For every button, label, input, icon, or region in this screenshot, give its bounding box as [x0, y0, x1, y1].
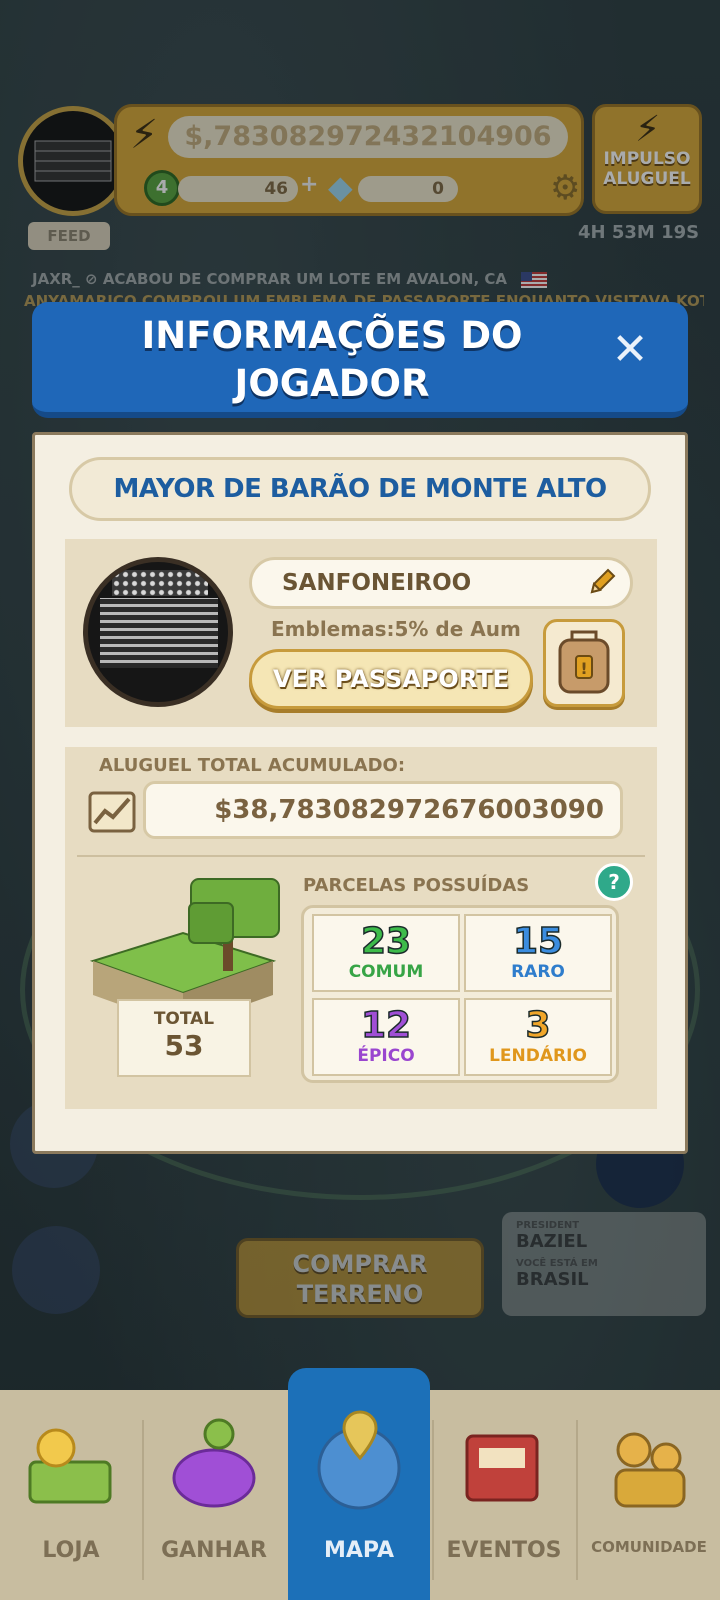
nav-label: LOJA — [42, 1538, 100, 1563]
parcel-cell-common: 23 COMUM — [312, 914, 460, 992]
flag-icon — [521, 271, 548, 288]
divider — [77, 855, 645, 857]
nav-item-comunidade[interactable]: COMUNIDADE — [578, 1390, 720, 1600]
community-icon — [614, 1432, 686, 1508]
gems-display: 0 — [358, 176, 458, 202]
president-info: PRESIDENT BAZIEL VOCÊ ESTÁ EM BRASIL — [502, 1212, 706, 1316]
location-small-label: VOCÊ ESTÁ EM — [516, 1258, 598, 1269]
rent-boost-button[interactable]: ⚡ IMPULSO ALUGUEL — [592, 104, 702, 214]
parcel-rarity: LENDÁRIO — [489, 1046, 587, 1066]
accordion-icon — [34, 140, 112, 182]
svg-text:!: ! — [580, 659, 587, 678]
total-value: 53 — [164, 1029, 204, 1062]
emblems-bonus: Emblemas:5% de Aum — [271, 617, 521, 641]
nav-item-ganhar[interactable]: GANHAR — [144, 1390, 284, 1600]
accordion-bellows-decoration — [100, 598, 218, 668]
side-checklist-button[interactable] — [12, 1226, 100, 1314]
player-name-field[interactable]: SANFONEIROO — [249, 557, 633, 609]
bolt-icon: ⚡ — [635, 109, 661, 150]
player-title: MAYOR DE BARÃO DE MONTE ALTO — [69, 457, 651, 521]
parcels-label: PARCELAS POSSUÍDAS — [303, 875, 530, 896]
parcel-count: 15 — [512, 921, 564, 963]
money-stack-icon — [28, 1428, 112, 1504]
feed-button[interactable]: FEED — [28, 222, 110, 250]
backpack-button[interactable]: ! — [543, 619, 625, 707]
profile-section: SANFONEIROO Emblemas:5% de Aum VER PASSA… — [65, 539, 657, 727]
rent-value: $38,783082972676003090 — [143, 781, 623, 839]
boost-timer: 4H 53M 19S — [578, 222, 700, 243]
rent-section: ALUGUEL TOTAL ACUMULADO: $38,78308297267… — [65, 747, 657, 1109]
pencil-icon[interactable] — [586, 566, 618, 598]
player-name: SANFONEIROO — [282, 570, 472, 596]
xp-display: 46 — [178, 176, 298, 202]
nav-item-loja[interactable]: LOJA — [0, 1390, 142, 1600]
nav-item-mapa[interactable]: MAPA — [288, 1368, 430, 1600]
plus-icon[interactable]: + — [300, 172, 318, 197]
feed-item: JAXR_ ⊘ ACABOU DE COMPRAR UM LOTE EM AVA… — [32, 270, 548, 288]
nav-label: MAPA — [323, 1538, 395, 1563]
backpack-icon: ! — [558, 630, 610, 694]
help-button[interactable]: ? — [595, 863, 633, 901]
total-parcels: TOTAL 53 — [117, 999, 251, 1077]
rent-label: ALUGUEL TOTAL ACUMULADO: — [99, 755, 406, 776]
buy-land-button[interactable]: COMPRAR TERRENO — [236, 1238, 484, 1318]
top-hud: ⚡ $,783082972432104906 4 46 + ◆ 0 ⚙ — [18, 100, 584, 218]
parcel-cell-rare: 15 RARO — [464, 914, 612, 992]
president-name: BAZIEL — [516, 1231, 588, 1252]
parcel-rarity: RARO — [511, 962, 565, 982]
parcel-count: 3 — [525, 1005, 552, 1047]
parcel-cell-legendary: 3 LENDÁRIO — [464, 998, 612, 1076]
view-passport-button[interactable]: VER PASSAPORTE — [249, 649, 533, 709]
parcel-rarity: COMUM — [348, 962, 424, 982]
nav-label: GANHAR — [161, 1538, 267, 1563]
total-label: TOTAL — [153, 1009, 215, 1029]
trend-chart-icon — [88, 791, 136, 833]
bottom-nav: LOJA GANHAR MAPA EVENTOS COMUNIDADE — [0, 1368, 720, 1600]
accordion-keys-decoration — [112, 570, 208, 596]
parcels-grid: 23 COMUM 15 RARO 12 ÉPICO 3 LENDÁRIO — [301, 905, 619, 1083]
parcel-cell-epic: 12 ÉPICO — [312, 998, 460, 1076]
parcel-rarity: ÉPICO — [357, 1046, 415, 1066]
close-icon[interactable]: ✕ — [606, 326, 654, 374]
gem-icon: ◆ — [328, 168, 353, 206]
bolt-icon: ⚡ — [130, 112, 159, 158]
feed-text: JAXR_ ⊘ ACABOU DE COMPRAR UM LOTE EM AVA… — [32, 270, 508, 288]
modal-header: INFORMAÇÕES DO JOGADOR ✕ — [32, 302, 688, 418]
piggy-bank-icon — [172, 1418, 256, 1508]
player-info-modal: MAYOR DE BARÃO DE MONTE ALTO SANFONEIROO… — [32, 432, 688, 1154]
location-name: BRASIL — [516, 1269, 589, 1290]
rent-boost-label: IMPULSO ALUGUEL — [603, 149, 691, 189]
globe-pin-icon — [317, 1410, 401, 1510]
level-badge: 4 — [144, 170, 180, 206]
parcel-count: 12 — [360, 1005, 412, 1047]
president-small-label: PRESIDENT — [516, 1220, 580, 1231]
nav-label: EVENTOS — [446, 1538, 562, 1563]
money-display: $,783082972432104906 — [168, 116, 568, 158]
modal-title: INFORMAÇÕES DO JOGADOR — [141, 314, 523, 405]
nav-item-eventos[interactable]: EVENTOS — [434, 1390, 574, 1600]
event-book-icon — [465, 1434, 539, 1502]
hud-avatar[interactable] — [18, 106, 128, 216]
parcel-count: 23 — [360, 921, 412, 963]
gear-icon[interactable]: ⚙ — [550, 168, 580, 208]
player-avatar[interactable] — [83, 557, 233, 707]
nav-label: COMUNIDADE — [591, 1538, 707, 1556]
